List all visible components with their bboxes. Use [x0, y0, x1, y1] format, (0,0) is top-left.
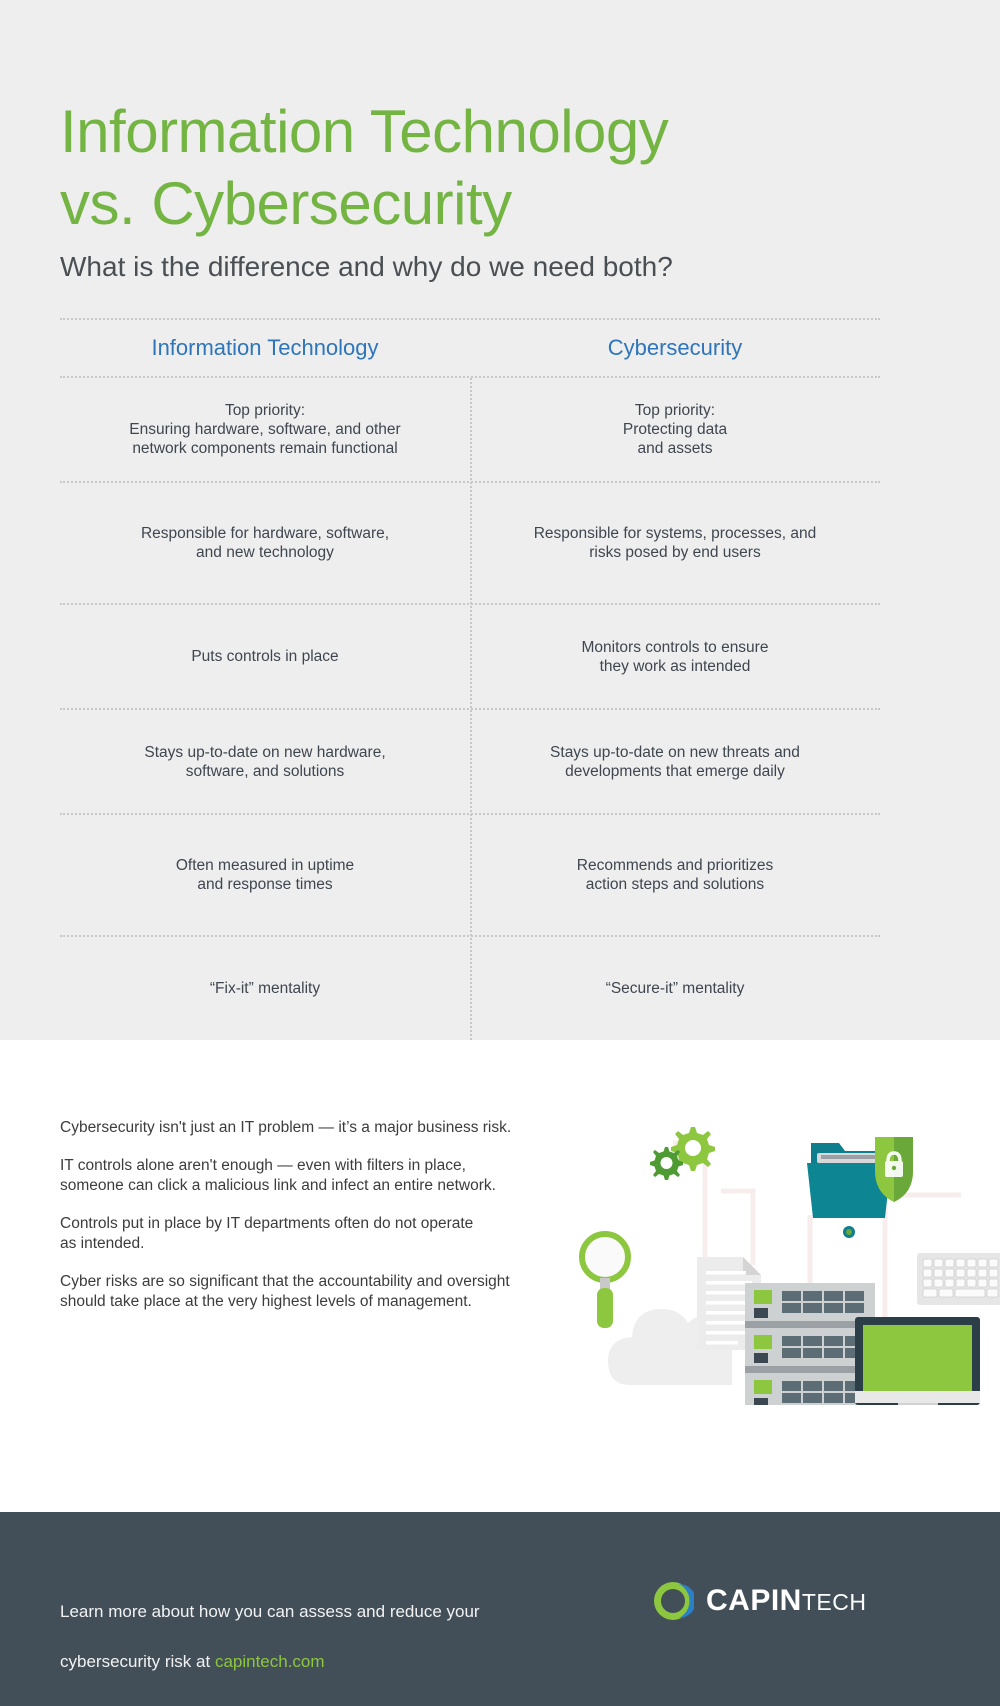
- body-text-block: Cybersecurity isn't just an IT problem —…: [60, 1118, 590, 1312]
- capintech-logo[interactable]: CAPIN TECH: [652, 1580, 866, 1622]
- cell-text: Puts controls in place: [191, 648, 339, 665]
- cell-text: Recommends and prioritizes action steps …: [576, 857, 774, 893]
- table-cell-it: Responsible for hardware, software, and …: [60, 483, 470, 603]
- table-cell-it: Often measured in uptime and response ti…: [60, 815, 470, 935]
- table-row: Often measured in uptime and response ti…: [60, 815, 880, 935]
- cell-text: “Fix-it” mentality: [209, 980, 321, 997]
- column-header-it: Information Technology: [60, 320, 470, 376]
- table-row: Stays up-to-date on new hardware, softwa…: [60, 710, 880, 813]
- cell-text: Stays up-to-date on new threats and deve…: [550, 743, 800, 780]
- infographic-page: Information Technology vs. Cybersecurity…: [0, 0, 1000, 1706]
- logo-tech-text: TECH: [801, 1589, 867, 1615]
- body-section: Cybersecurity isn't just an IT problem —…: [0, 1040, 1000, 1512]
- title-block: Information Technology vs. Cybersecurity…: [60, 96, 880, 284]
- table-cell-cyber: Top priority: Protecting data and assets: [470, 378, 880, 481]
- magnifier-icon: [579, 1231, 631, 1328]
- cell-text: “Secure-it” mentality: [605, 980, 745, 997]
- capintech-logo-text: CAPIN TECH: [706, 1584, 866, 1618]
- footer-website-link[interactable]: capintech.com: [215, 1652, 325, 1671]
- table-row: Top priority: Ensuring hardware, softwar…: [60, 378, 880, 481]
- table-row: Puts controls in place Monitors controls…: [60, 605, 880, 708]
- footer-cta-line2-prefix: cybersecurity risk at: [60, 1652, 215, 1671]
- comparison-table: Information Technology Cybersecurity Top…: [60, 318, 880, 1042]
- column-header-cyber-label: Cybersecurity: [607, 335, 743, 360]
- body-paragraph: Cyber risks are so significant that the …: [60, 1273, 510, 1310]
- body-paragraph: IT controls alone aren't enough — even w…: [60, 1157, 496, 1194]
- table-cell-cyber: Recommends and prioritizes action steps …: [470, 815, 880, 935]
- top-panel: Information Technology vs. Cybersecurity…: [0, 0, 1000, 1042]
- footer-bar: Learn more about how you can assess and …: [0, 1512, 1000, 1706]
- table-body: Top priority: Ensuring hardware, softwar…: [60, 378, 880, 1040]
- cell-text: Monitors controls to ensure they work as…: [581, 638, 769, 675]
- folder-lock-icon: [807, 1137, 913, 1238]
- table-header-row: Information Technology Cybersecurity: [60, 320, 880, 376]
- cell-text: Responsible for systems, processes, and …: [533, 525, 817, 561]
- table-cell-cyber: Monitors controls to ensure they work as…: [470, 605, 880, 708]
- table-cell-it: Puts controls in place: [60, 605, 470, 708]
- monitor-icon: [855, 1317, 980, 1405]
- table-cell-cyber: Responsible for systems, processes, and …: [470, 483, 880, 603]
- page-title: Information Technology vs. Cybersecurity: [60, 98, 669, 237]
- table-cell-it: “Fix-it” mentality: [60, 937, 470, 1040]
- table-cell-cyber: “Secure-it” mentality: [470, 937, 880, 1040]
- column-header-cyber: Cybersecurity: [470, 320, 880, 376]
- table-cell-cyber: Stays up-to-date on new threats and deve…: [470, 710, 880, 813]
- footer-cta: Learn more about how you can assess and …: [60, 1574, 480, 1674]
- cell-text: Stays up-to-date on new hardware, softwa…: [144, 743, 386, 780]
- cell-text: Top priority: Protecting data and assets: [622, 402, 728, 457]
- table-row: Responsible for hardware, software, and …: [60, 483, 880, 603]
- body-paragraph: Controls put in place by IT departments …: [60, 1215, 474, 1252]
- cell-text: Often measured in uptime and response ti…: [175, 857, 355, 893]
- page-subtitle: What is the difference and why do we nee…: [60, 251, 673, 282]
- keyboard-icon: [917, 1253, 1000, 1305]
- table-cell-it: Top priority: Ensuring hardware, softwar…: [60, 378, 470, 481]
- footer-cta-line1: Learn more about how you can assess and …: [60, 1602, 480, 1621]
- capintech-logo-mark-icon: [652, 1580, 696, 1622]
- logo-capin-text: CAPIN: [706, 1584, 802, 1617]
- body-paragraph: Cybersecurity isn't just an IT problem —…: [60, 1119, 512, 1136]
- table-cell-it: Stays up-to-date on new hardware, softwa…: [60, 710, 470, 813]
- cell-text: Responsible for hardware, software, and …: [140, 525, 390, 561]
- cell-text: Top priority: Ensuring hardware, softwar…: [129, 402, 401, 457]
- it-security-illustration: [555, 1085, 1000, 1405]
- column-header-it-label: Information Technology: [151, 335, 379, 360]
- table-row: “Fix-it” mentality “Secure-it” mentality: [60, 937, 880, 1040]
